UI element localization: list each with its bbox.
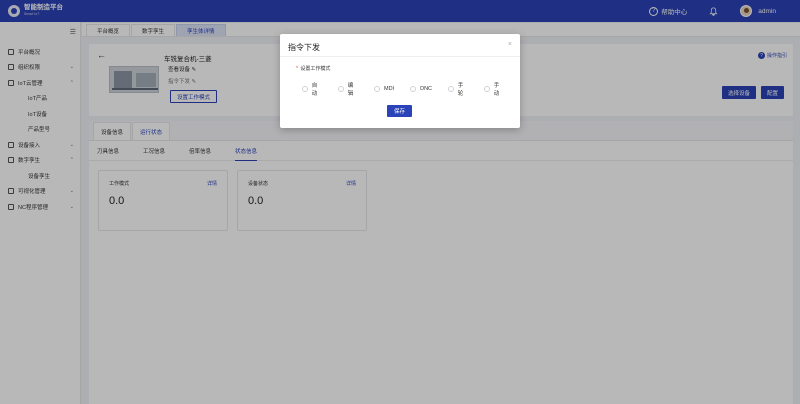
radio-circle[interactable] <box>448 86 454 92</box>
close-icon[interactable]: × <box>508 41 512 48</box>
work-mode-radio-group: 自动 编辑 MDI DNC 手轮 手动 <box>302 81 520 97</box>
radio-handwheel[interactable]: 手轮 <box>448 81 468 97</box>
radio-circle[interactable] <box>484 86 490 92</box>
dialog-divider <box>280 56 520 57</box>
work-mode-label: * 设置工作模式 <box>296 66 331 72</box>
radio-dnc[interactable]: DNC <box>410 86 432 92</box>
radio-mdi[interactable]: MDI <box>374 86 394 92</box>
required-mark: * <box>296 66 298 72</box>
radio-circle[interactable] <box>374 86 380 92</box>
save-button[interactable]: 保存 <box>387 105 412 117</box>
dialog-title: 指令下发 <box>288 43 320 52</box>
radio-edit[interactable]: 编辑 <box>338 81 358 97</box>
radio-circle[interactable] <box>302 86 308 92</box>
radio-circle[interactable] <box>410 86 417 92</box>
radio-circle[interactable] <box>338 86 344 92</box>
command-dialog: 指令下发 × * 设置工作模式 自动 编辑 MDI DNC 手轮 手动 保存 <box>280 34 520 128</box>
radio-manual[interactable]: 手动 <box>484 81 504 97</box>
radio-auto[interactable]: 自动 <box>302 81 322 97</box>
